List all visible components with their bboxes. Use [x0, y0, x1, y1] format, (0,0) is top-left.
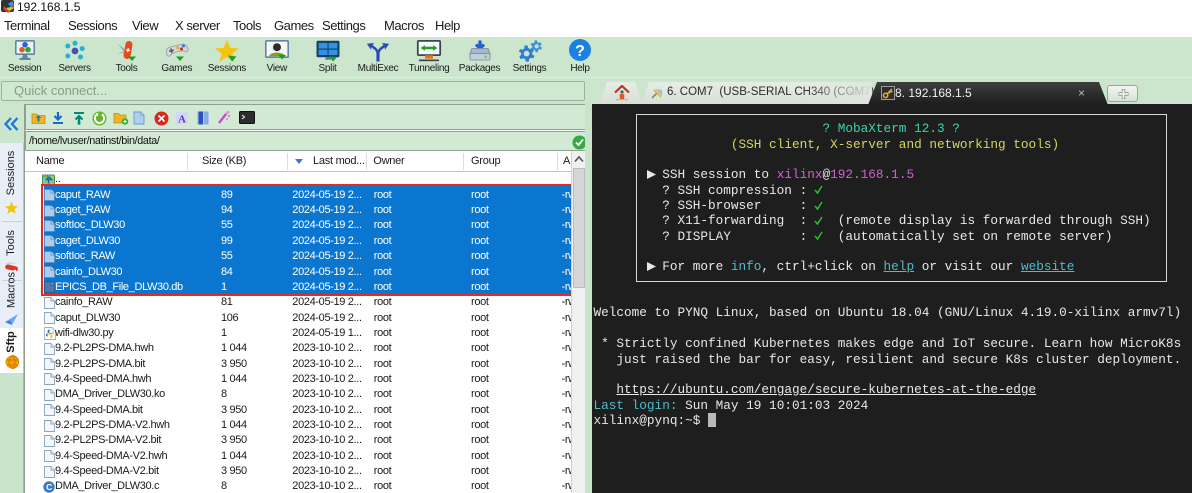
- svg-text:?: ?: [575, 43, 585, 60]
- svg-text:C: C: [46, 482, 52, 492]
- svg-text:A: A: [178, 114, 186, 126]
